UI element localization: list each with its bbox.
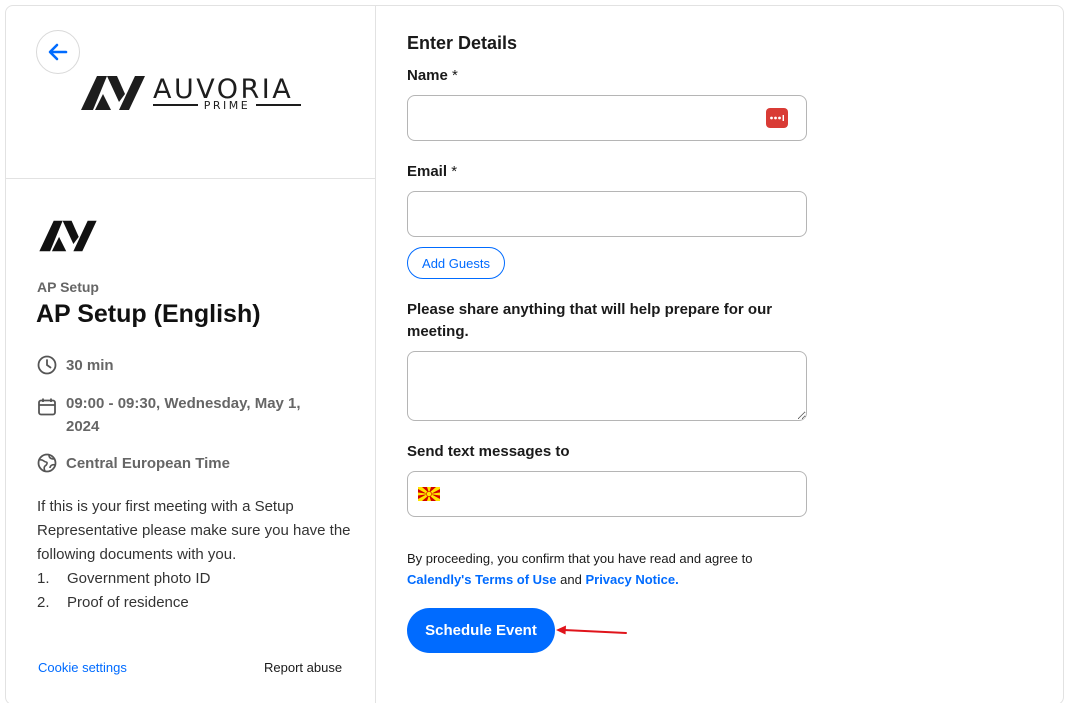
booking-card: AUVORIA PRIME AP Setup AP Setup (English…	[5, 5, 1064, 703]
schedule-event-button[interactable]: Schedule Event	[407, 608, 555, 653]
event-organizer: AP Setup	[37, 279, 99, 295]
terms-of-use-link[interactable]: Calendly's Terms of Use	[407, 572, 557, 587]
brand-header: AUVORIA PRIME	[6, 6, 375, 179]
name-label: Name *	[407, 67, 458, 84]
back-button[interactable]	[36, 30, 80, 74]
globe-icon	[36, 452, 58, 474]
cookie-settings-link[interactable]: Cookie settings	[38, 660, 127, 675]
required-mark: *	[451, 163, 458, 180]
documents-list: 1. Government photo ID 2. Proof of resid…	[37, 567, 357, 615]
required-mark: *	[452, 67, 458, 84]
event-description: If this is your first meeting with a Set…	[37, 495, 357, 615]
annotation-arrow-icon	[556, 625, 627, 635]
consent-text: By proceeding, you confirm that you have…	[407, 551, 753, 587]
details-form: Enter Details Name * Email * Add Guests …	[376, 6, 1064, 703]
add-guests-button[interactable]: Add Guests	[407, 247, 505, 279]
timezone-text: Central European Time	[66, 455, 230, 472]
email-input[interactable]	[407, 191, 807, 237]
datetime-text: 09:00 - 09:30, Wednesday, May 1, 2024	[66, 395, 301, 435]
sms-label: Send text messages to	[407, 443, 570, 460]
name-input[interactable]	[407, 95, 807, 141]
event-details-panel: AUVORIA PRIME AP Setup AP Setup (English…	[6, 6, 376, 703]
prepare-textarea[interactable]	[407, 351, 807, 421]
event-datetime: 09:00 - 09:30, Wednesday, May 1, 2024	[36, 392, 336, 438]
brand-subtitle: PRIME	[153, 98, 301, 112]
list-item: 2. Proof of residence	[37, 594, 189, 611]
calendar-icon	[36, 396, 58, 418]
brand-logo: AUVORIA PRIME	[81, 72, 303, 114]
password-manager-icon[interactable]	[766, 108, 788, 128]
event-timezone: Central European Time	[36, 452, 230, 475]
email-label: Email *	[407, 163, 458, 180]
north-macedonia-flag-icon[interactable]	[418, 487, 440, 501]
list-item: 1. Government photo ID	[37, 570, 211, 587]
organizer-logo-icon	[39, 220, 97, 252]
report-abuse-link[interactable]: Report abuse	[264, 660, 342, 675]
phone-input[interactable]	[407, 471, 807, 517]
privacy-notice-link[interactable]: Privacy Notice.	[585, 572, 678, 587]
event-title: AP Setup (English)	[36, 300, 261, 328]
event-duration: 30 min	[36, 354, 114, 377]
duration-text: 30 min	[66, 357, 114, 374]
brand-subtitle-text: PRIME	[203, 98, 251, 112]
clock-icon	[36, 354, 58, 376]
auvoria-mark-icon	[81, 76, 145, 110]
prepare-label: Please share anything that will help pre…	[407, 301, 773, 340]
description-text: If this is your first meeting with a Set…	[37, 498, 351, 563]
form-heading: Enter Details	[407, 33, 518, 53]
arrow-left-icon	[48, 43, 68, 61]
